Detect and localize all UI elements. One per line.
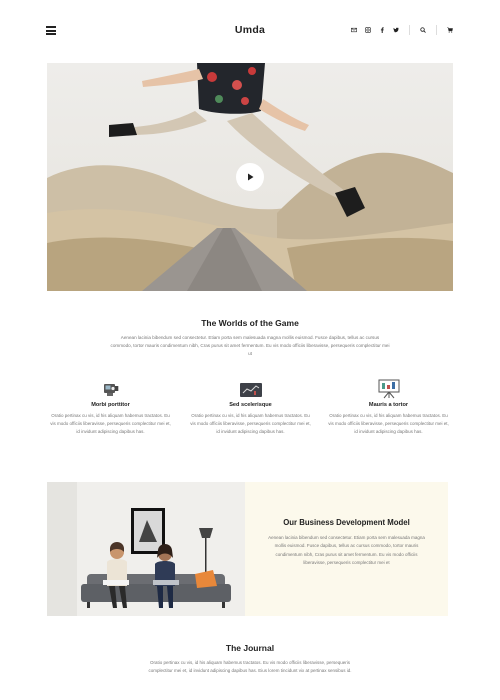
envelope-icon[interactable] (350, 25, 358, 35)
site-header: Umda (0, 0, 500, 62)
cart-icon[interactable] (446, 25, 454, 35)
worlds-description: Aenean lacinia bibendum sed consectetur.… (110, 335, 390, 356)
feature-text: Oratio pertinax cu vis, id his aliquam h… (50, 413, 171, 434)
journal-title: The Journal (225, 643, 275, 653)
business-title: Our Business Development Model (283, 518, 410, 527)
office-photo (47, 482, 245, 616)
feature-title: Sed scelerisque (229, 402, 272, 408)
feature-card: Mauris a tortor Oratio pertinax cu vis, … (326, 377, 451, 436)
presentation-board-icon (326, 377, 451, 399)
camcorder-icon (48, 377, 173, 399)
business-description: Aenean lacinia bibendum sed consectetur.… (268, 535, 425, 565)
play-button[interactable] (236, 163, 264, 191)
facebook-icon[interactable] (378, 25, 386, 35)
divider (436, 25, 437, 35)
worlds-title: The Worlds of the Game (201, 318, 299, 328)
feature-card: Morbi porttitor Oratio pertinax cu vis, … (48, 377, 173, 436)
search-icon[interactable] (419, 25, 427, 35)
feature-card: Sed scelerisque Oratio pertinax cu vis, … (188, 377, 313, 436)
feature-text: Oratio pertinax cu vis, id his aliquam h… (328, 413, 449, 434)
chart-board-icon (188, 377, 313, 399)
journal-description: Oratio pertinax cu vis, id his aliquam h… (148, 660, 352, 674)
divider (409, 25, 410, 35)
hero-video[interactable] (47, 63, 453, 291)
header-icons (350, 25, 454, 35)
play-icon (248, 173, 254, 181)
twitter-icon[interactable] (392, 25, 400, 35)
feature-title: Mauris a tortor (368, 402, 409, 408)
business-panel: Our Business Development Model Aenean la… (245, 482, 448, 616)
instagram-icon[interactable] (364, 25, 372, 35)
feature-title: Morbi porttitor (91, 402, 130, 408)
feature-text: Oratio pertinax cu vis, id his aliquam h… (190, 413, 311, 434)
